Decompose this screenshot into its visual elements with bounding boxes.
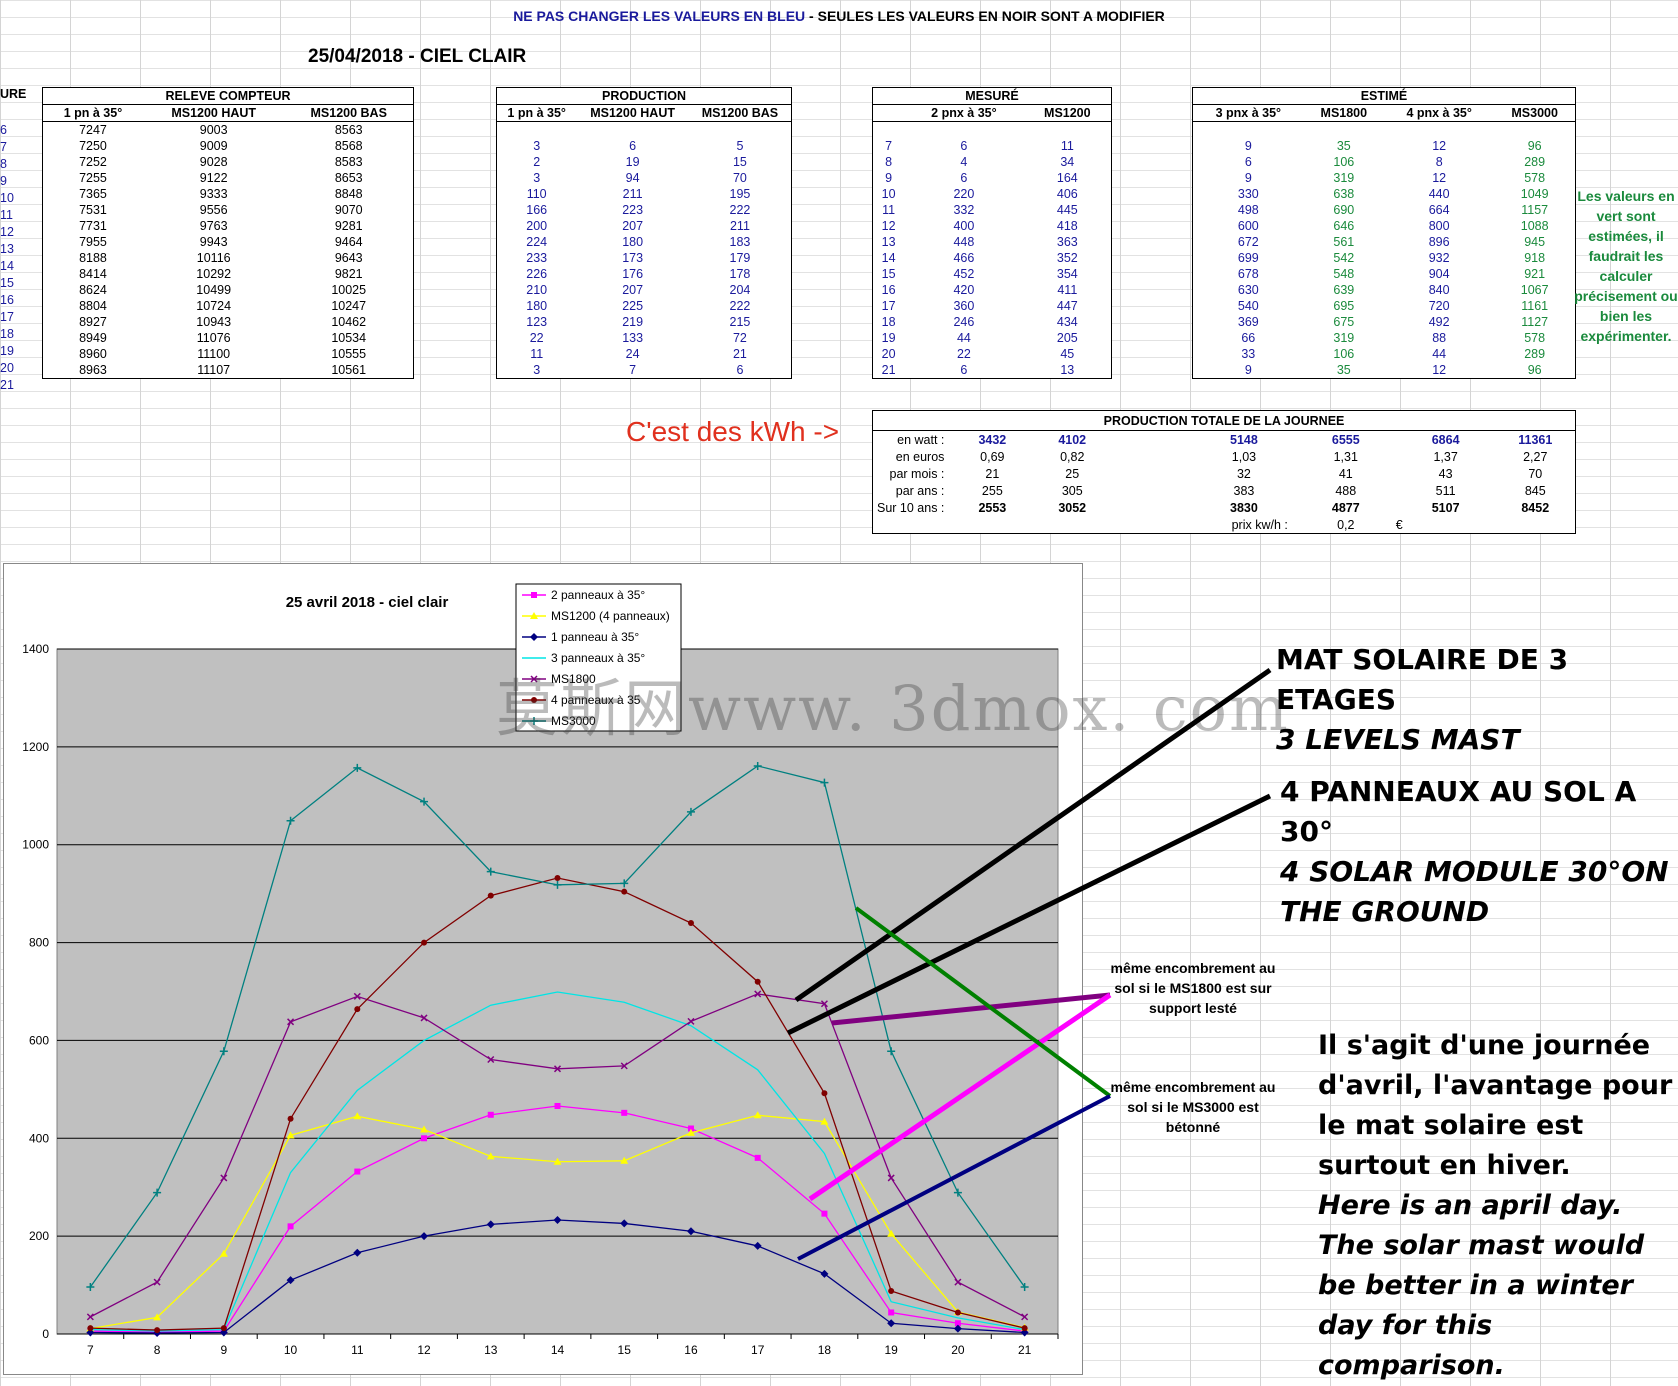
ground-en-text-2: THE GROUND (1280, 895, 1490, 928)
ground-fr-text: 4 PANNEAUX AU SOL A 30° (1280, 775, 1637, 848)
twopanel-pointer-line (808, 992, 1112, 1202)
ground-en-text-1: 4 SOLAR MODULE 30°ON (1280, 855, 1669, 888)
ms1800-note: même encombrement au sol si le MS1800 es… (1110, 960, 1276, 1016)
mast-fr-text: MAT SOLAIRE DE 3 ETAGES (1276, 643, 1569, 716)
conclusion-en: Here is an april day. The solar mast wou… (1318, 1190, 1645, 1381)
mast-annotation: MAT SOLAIRE DE 3 ETAGES 3 LEVELS MAST (1276, 640, 1678, 760)
mast-pointer-line (794, 667, 1272, 1003)
conclusion-fr: Il s'agit d'une journée d'avril, l'avant… (1318, 1030, 1673, 1181)
conclusion-paragraph: Il s'agit d'une journée d'avril, l'avant… (1318, 1026, 1678, 1386)
mast-en-text: 3 LEVELS MAST (1276, 723, 1520, 756)
ground-annotation: 4 PANNEAUX AU SOL A 30° 4 SOLAR MODULE 3… (1280, 772, 1678, 932)
ms3000-note: même encombrement au sol si le MS3000 es… (1110, 1079, 1276, 1135)
ms1800-pointer-line (831, 992, 1111, 1026)
